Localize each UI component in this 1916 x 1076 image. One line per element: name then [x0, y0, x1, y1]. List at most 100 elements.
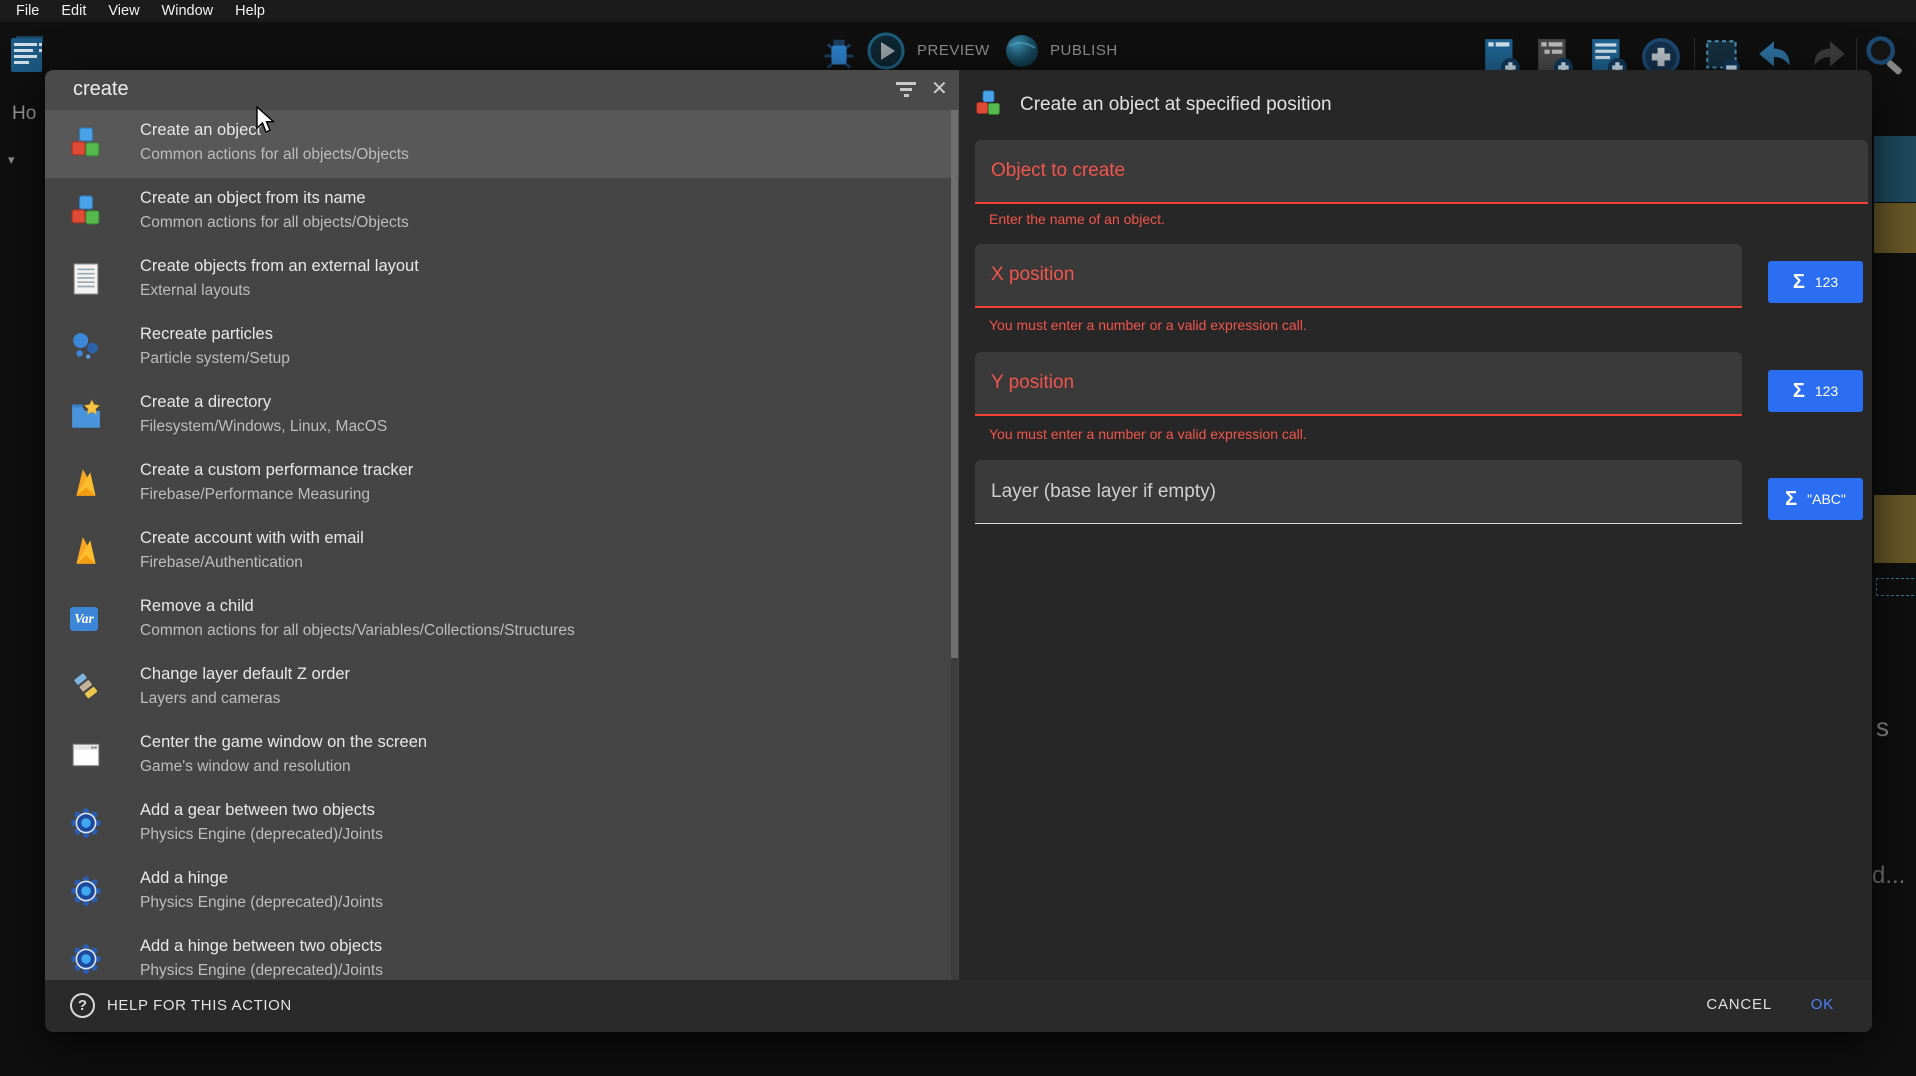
- firebase-flame-icon: [70, 467, 102, 499]
- action-title: Create objects from an external layout: [140, 257, 419, 276]
- scrollbar-thumb[interactable]: [951, 110, 958, 658]
- menu-item-window[interactable]: Window: [151, 1, 225, 21]
- menu-item-help[interactable]: Help: [224, 1, 276, 21]
- preview-play-icon[interactable]: [866, 31, 908, 73]
- physics-gear-icon: [70, 807, 102, 839]
- action-subtitle: Particle system/Setup: [140, 350, 290, 368]
- action-subtitle: Filesystem/Windows, Linux, MacOS: [140, 418, 387, 436]
- action-title: Add a gear between two objects: [140, 801, 375, 820]
- action-list-item[interactable]: Create a custom performance tracker Fireb…: [45, 450, 959, 518]
- expression-type-label: "ABC": [1807, 491, 1846, 507]
- action-title: Add a hinge: [140, 869, 228, 888]
- field-label: Y position: [991, 372, 1074, 394]
- cancel-button[interactable]: CANCEL: [1706, 996, 1772, 1013]
- param-field-x-position[interactable]: X position: [975, 244, 1742, 308]
- field-label: Object to create: [991, 160, 1125, 182]
- action-subtitle: Firebase/Authentication: [140, 554, 303, 572]
- toolbar: PREVIEW PUBLISH: [0, 22, 1916, 75]
- action-list-item[interactable]: Create an object Common actions for all o…: [45, 110, 959, 178]
- question-mark-icon: ?: [70, 993, 95, 1018]
- action-list-item[interactable]: Change layer default Z order Layers and c…: [45, 654, 959, 722]
- physics-gear-icon: [70, 875, 102, 907]
- action-parameters-panel: Create an object at specified position O…: [959, 70, 1872, 980]
- ok-button[interactable]: OK: [1811, 996, 1834, 1013]
- expression-type-label: 123: [1815, 274, 1838, 290]
- action-list-item[interactable]: Var Remove a child Common actions for all …: [45, 586, 959, 654]
- preview-button[interactable]: PREVIEW: [917, 42, 990, 59]
- action-list-item[interactable]: Recreate particles Particle system/Setup: [45, 314, 959, 382]
- field-helper-text: You must enter a number or a valid expre…: [989, 426, 1307, 442]
- publish-button[interactable]: PUBLISH: [1050, 42, 1118, 59]
- action-title: Create a directory: [140, 393, 271, 412]
- layers-z-order-icon: [70, 671, 102, 703]
- action-list-item[interactable]: Add a gear between two objects Physics En…: [45, 790, 959, 858]
- bg-scene-fragment-teal: [1874, 136, 1916, 202]
- bg-text-fragment: d...: [1872, 862, 1905, 890]
- menu-item-view[interactable]: View: [97, 1, 150, 21]
- param-field-y-position[interactable]: Y position: [975, 352, 1742, 416]
- action-list-item[interactable]: Add a hinge Physics Engine (deprecated)/J…: [45, 858, 959, 926]
- menu-bar: FileEditViewWindowHelp: [0, 0, 1916, 22]
- action-subtitle: Common actions for all objects/Variables…: [140, 622, 575, 640]
- close-icon[interactable]: ✕: [931, 76, 948, 101]
- filter-icon[interactable]: [894, 79, 918, 101]
- action-subtitle: Game's window and resolution: [140, 758, 351, 776]
- param-field-layer-base-layer-if-empty[interactable]: Layer (base layer if empty): [975, 460, 1742, 524]
- action-subtitle: Common actions for all objects/Objects: [140, 146, 409, 164]
- objects-cubes-icon: [70, 127, 102, 159]
- action-subtitle: Physics Engine (deprecated)/Joints: [140, 894, 383, 912]
- game-window-icon: [70, 739, 102, 771]
- action-title: Recreate particles: [140, 325, 273, 344]
- help-label: HELP FOR THIS ACTION: [107, 997, 292, 1014]
- objects-cubes-icon: [70, 195, 102, 227]
- action-list-item[interactable]: Create a directory Filesystem/Windows, Li…: [45, 382, 959, 450]
- list-scrollbar[interactable]: [951, 110, 958, 980]
- action-list-item[interactable]: Create account with with emailFirebase/A…: [45, 518, 959, 586]
- expression-type-label: 123: [1815, 383, 1838, 399]
- menu-item-file[interactable]: File: [5, 1, 50, 21]
- bg-scene-fragment-olive: [1874, 203, 1916, 253]
- action-title: Create an object from its name: [140, 189, 366, 208]
- action-subtitle: Firebase/Performance Measuring: [140, 486, 370, 504]
- help-link[interactable]: ? HELP FOR THIS ACTION: [70, 993, 292, 1018]
- publish-globe-icon[interactable]: [1002, 31, 1044, 73]
- chevron-down-icon[interactable]: ▾: [8, 152, 15, 168]
- action-title: Create a custom performance tracker: [140, 461, 413, 480]
- search-icon[interactable]: [1862, 34, 1904, 76]
- variable-badge-icon: Var: [70, 603, 102, 635]
- action-subtitle: Physics Engine (deprecated)/Joints: [140, 962, 383, 980]
- field-helper-text: You must enter a number or a valid expre…: [989, 317, 1307, 333]
- expression-editor-button[interactable]: Σ"ABC": [1768, 478, 1863, 520]
- action-title: Center the game window on the screen: [140, 733, 427, 752]
- toolbar-divider: [1694, 38, 1695, 72]
- action-list-item[interactable]: Add a hinge between two objectsPhysics E…: [45, 926, 959, 980]
- field-label: Layer (base layer if empty): [991, 481, 1216, 503]
- action-subtitle: Physics Engine (deprecated)/Joints: [140, 826, 383, 844]
- expression-editor-button[interactable]: Σ 123: [1768, 261, 1863, 303]
- sigma-icon: Σ: [1793, 380, 1805, 403]
- menu-item-edit[interactable]: Edit: [50, 1, 97, 21]
- action-list-item[interactable]: Create objects from an external layout Ex…: [45, 246, 959, 314]
- search-input[interactable]: create: [73, 78, 129, 101]
- action-title: Create an object: [140, 121, 261, 140]
- action-list-item[interactable]: Create an object from its name Common act…: [45, 178, 959, 246]
- action-chooser-panel: create ✕ Create an object Common actions …: [45, 70, 959, 980]
- sigma-icon: Σ: [1793, 271, 1805, 294]
- action-title: Change layer default Z order: [140, 665, 350, 684]
- panel-title: Create an object at specified position: [1020, 94, 1332, 116]
- action-subtitle: Layers and cameras: [140, 690, 280, 708]
- firebase-flame-icon: [70, 535, 102, 567]
- param-field-object-to-create[interactable]: Object to create: [975, 140, 1868, 204]
- action-subtitle: External layouts: [140, 282, 250, 300]
- folder-star-icon: [70, 399, 102, 431]
- expression-editor-button[interactable]: Σ 123: [1768, 370, 1863, 412]
- create-object-icon: [975, 90, 1002, 117]
- home-tab-fragment: Ho: [12, 103, 36, 125]
- action-list: Create an object Common actions for all o…: [45, 110, 959, 980]
- action-title: Remove a child: [140, 597, 254, 616]
- dialog-footer: ? HELP FOR THIS ACTION CANCEL OK: [45, 980, 1872, 1032]
- bg-scene-fragment-olive: [1874, 495, 1916, 563]
- action-list-item[interactable]: Center the game window on the screen Game…: [45, 722, 959, 790]
- action-subtitle: Common actions for all objects/Objects: [140, 214, 409, 232]
- particles-icon: [70, 331, 102, 363]
